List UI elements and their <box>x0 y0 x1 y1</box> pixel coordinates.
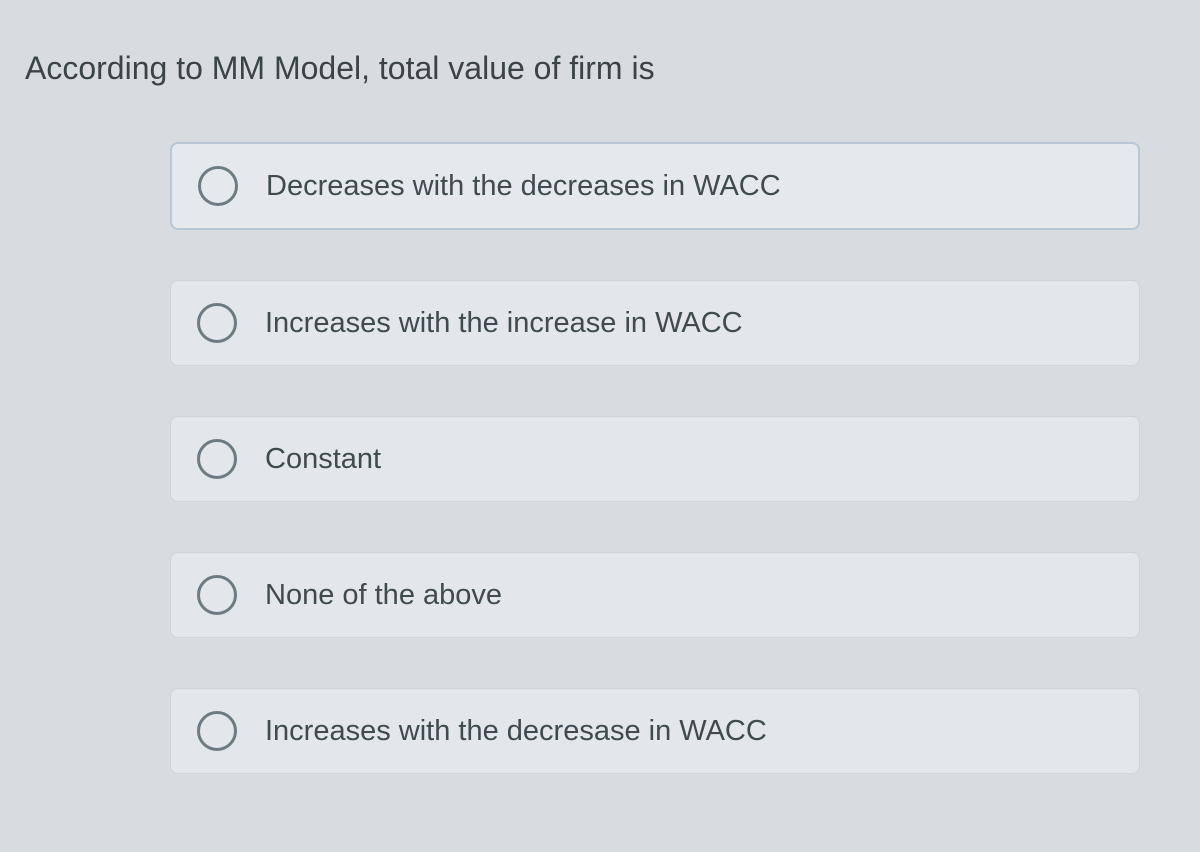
question-prompt: According to MM Model, total value of fi… <box>20 50 1180 87</box>
option-label: Constant <box>265 443 381 476</box>
radio-icon <box>197 711 237 751</box>
radio-icon <box>197 575 237 615</box>
radio-icon <box>198 166 238 206</box>
option-label: Decreases with the decreases in WACC <box>266 170 781 203</box>
option-row-1[interactable]: Increases with the increase in WACC <box>170 280 1140 366</box>
option-label: Increases with the increase in WACC <box>265 307 743 340</box>
option-row-0[interactable]: Decreases with the decreases in WACC <box>170 142 1140 230</box>
option-label: Increases with the decresase in WACC <box>265 715 767 748</box>
options-wrapper: Decreases with the decreases in WACC Inc… <box>20 142 1180 774</box>
radio-icon <box>197 303 237 343</box>
option-label: None of the above <box>265 579 502 612</box>
option-row-3[interactable]: None of the above <box>170 552 1140 638</box>
option-row-2[interactable]: Constant <box>170 416 1140 502</box>
option-row-4[interactable]: Increases with the decresase in WACC <box>170 688 1140 774</box>
question-container: According to MM Model, total value of fi… <box>20 50 1180 774</box>
radio-icon <box>197 439 237 479</box>
